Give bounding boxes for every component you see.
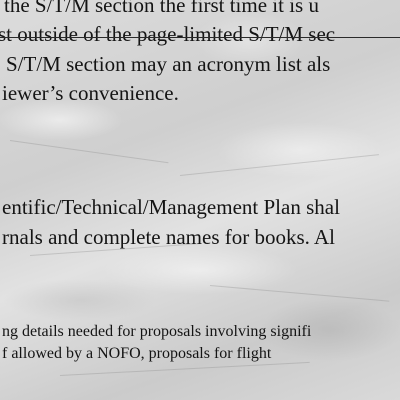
paper-crease [9, 140, 169, 164]
body-text-line: S/T/M section may an acronym list als [6, 52, 331, 76]
body-text-line: the S/T/M section the first time it is u [4, 0, 319, 17]
body-text-line: iewer’s convenience. [2, 81, 179, 105]
paper-crease [179, 154, 379, 176]
body-text-line: rnals and complete names for books. Al [2, 225, 336, 249]
strikethrough-rule [0, 37, 400, 38]
body-text-line: ng details needed for proposals involvin… [2, 323, 312, 340]
body-text-line: f allowed by a NOFO, proposals for fligh… [2, 345, 272, 362]
body-text-line: st outside of the page-limited S/T/M sec [0, 22, 336, 46]
paper-crease [209, 285, 390, 302]
paper-crease [59, 361, 310, 376]
body-text-line: entific/Technical/Management Plan shal [2, 195, 340, 219]
